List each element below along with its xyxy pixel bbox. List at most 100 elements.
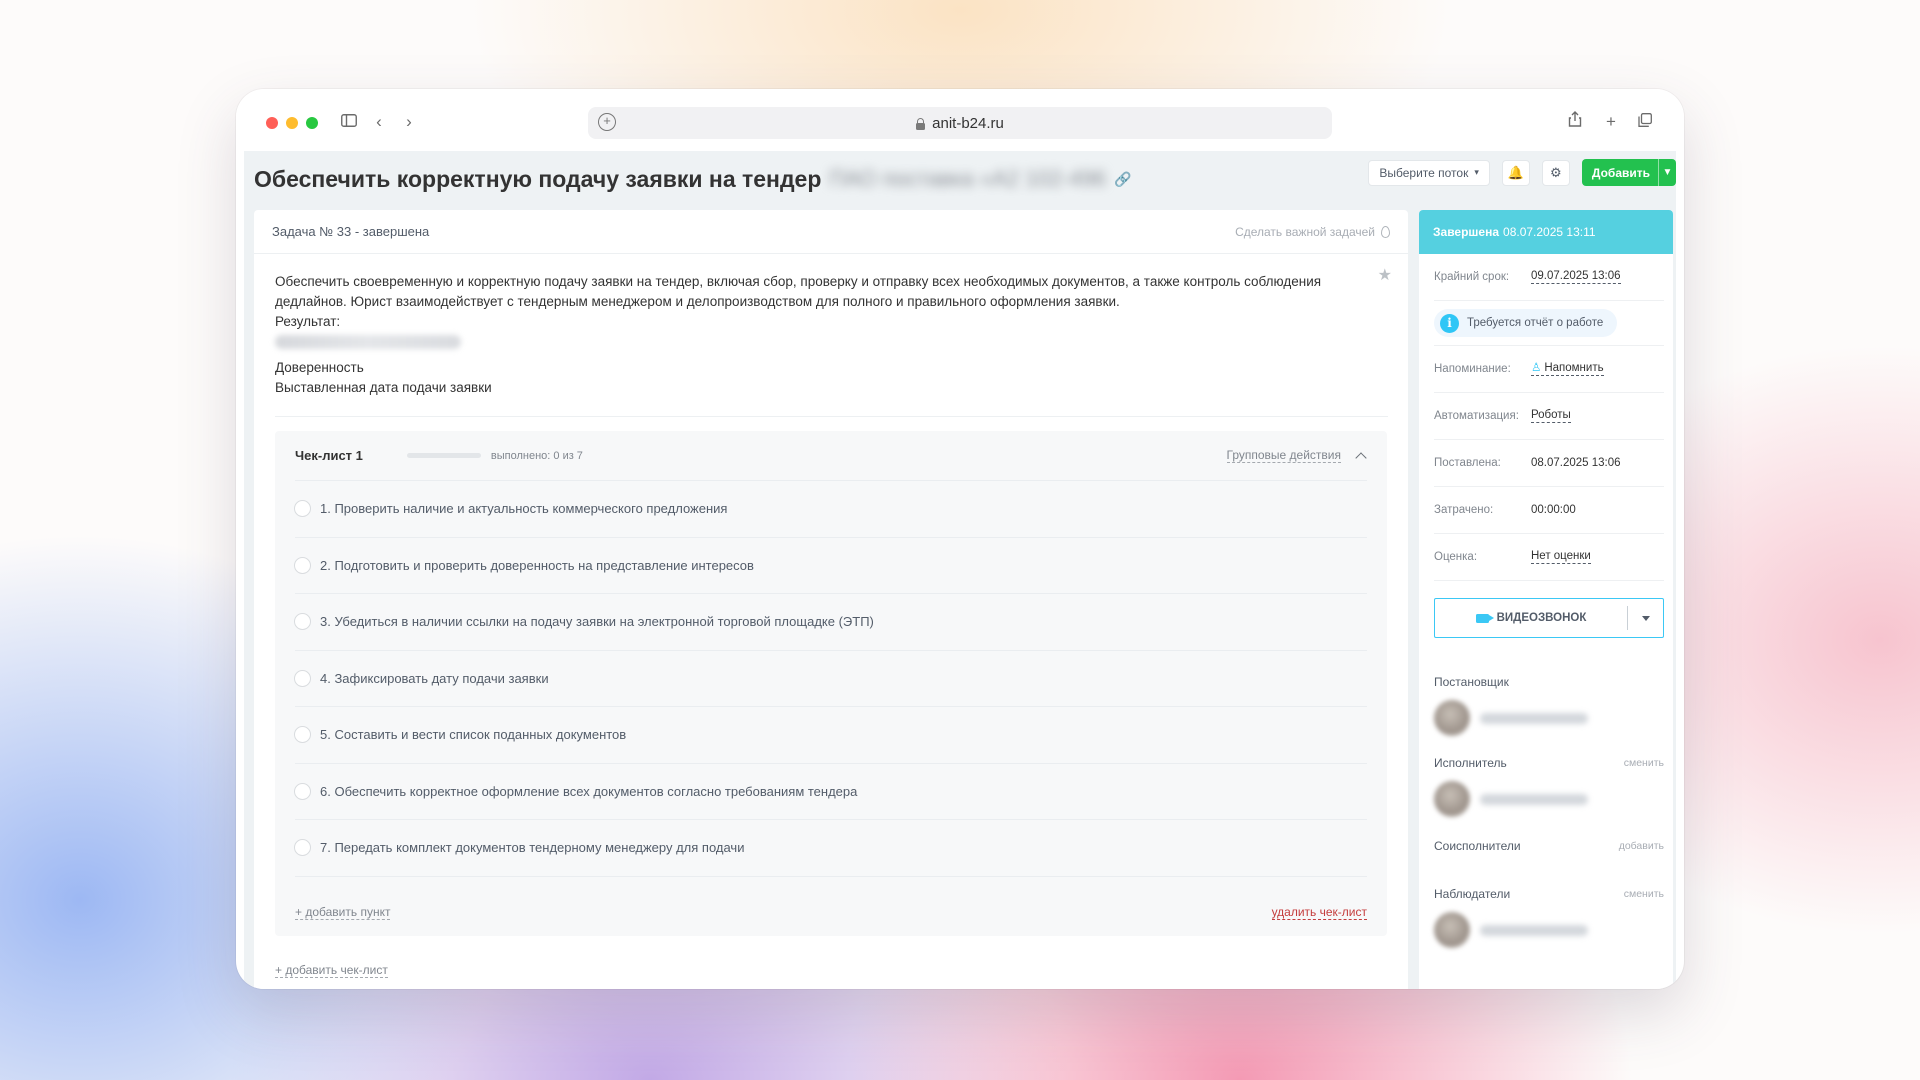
minimize-window-button[interactable] xyxy=(286,117,298,129)
checkbox[interactable] xyxy=(294,839,311,857)
settings-button[interactable]: ⚙ xyxy=(1541,159,1570,186)
maximize-window-button[interactable] xyxy=(306,117,318,129)
task-description: ★ Обеспечить своевременную и корректную … xyxy=(254,254,1408,398)
reminder-row: Напоминание: Напомнить xyxy=(1434,346,1664,393)
flow-select[interactable]: Выберите поток ▾ xyxy=(1368,159,1490,186)
add-tab-icon[interactable]: + xyxy=(1598,109,1624,135)
change-assignee-link[interactable]: сменить xyxy=(1624,757,1664,769)
browser-window: ‹ › anit-b24.ru + + Обеспечить корректну… xyxy=(236,89,1684,989)
flow-select-label: Выберите поток xyxy=(1379,165,1469,180)
task-sidebar: Завершена 08.07.2025 13:11 Крайний срок:… xyxy=(1419,210,1673,989)
checklist-status: выполнено: 0 из 7 xyxy=(490,449,583,462)
status-badge: Завершена 08.07.2025 13:11 xyxy=(1419,210,1673,254)
creator-section: Постановщик xyxy=(1434,675,1664,689)
task-card-header: Задача № 33 - завершена Сделать важной з… xyxy=(254,210,1408,254)
checklist-item-text[interactable]: 2. Подготовить и проверить доверенность … xyxy=(320,558,754,573)
checklist-item-text[interactable]: 4. Зафиксировать дату подачи заявки xyxy=(320,671,549,686)
task-card: Задача № 33 - завершена Сделать важной з… xyxy=(254,210,1408,989)
checkbox[interactable] xyxy=(294,669,311,687)
window-controls xyxy=(266,117,318,129)
chevron-down-icon[interactable]: ▼ xyxy=(1658,159,1676,186)
checklist-item-text[interactable]: 6. Обеспечить корректное оформление всех… xyxy=(320,784,857,799)
camera-icon xyxy=(1475,613,1494,623)
video-call-label: ВИДЕОЗВОНОК xyxy=(1496,612,1587,624)
checkbox[interactable] xyxy=(294,556,311,574)
link-icon[interactable]: 🔗 xyxy=(1114,171,1131,188)
add-checklist-wrap: + добавить чек-лист xyxy=(275,963,388,978)
make-important-link[interactable]: Сделать важной задачей xyxy=(1235,225,1390,239)
new-tab-circle-icon[interactable]: + xyxy=(598,113,616,131)
chevron-up-icon[interactable] xyxy=(1355,450,1367,462)
deadline-label: Крайний срок: xyxy=(1434,271,1510,283)
checklist-item-text[interactable]: 1. Проверить наличие и актуальность комм… xyxy=(320,501,727,516)
share-icon[interactable] xyxy=(1562,109,1588,135)
coexecutors-section: Соисполнители добавить xyxy=(1434,839,1664,853)
rating-label: Оценка: xyxy=(1434,551,1478,563)
avatar xyxy=(1434,781,1470,817)
deadline-value[interactable]: 09.07.2025 13:06 xyxy=(1531,270,1621,284)
checklist-item-text[interactable]: 5. Составить и вести список поданных док… xyxy=(320,727,626,742)
observer-person[interactable] xyxy=(1434,912,1664,948)
checklist-item: 6. Обеспечить корректное оформление всех… xyxy=(294,764,1367,820)
flame-icon xyxy=(1381,225,1390,238)
sidebar-toggle-icon[interactable] xyxy=(336,109,362,135)
address-bar[interactable]: anit-b24.ru xyxy=(588,107,1332,139)
status-date: 08.07.2025 13:11 xyxy=(1503,225,1596,239)
video-call-main[interactable]: ВИДЕОЗВОНОК xyxy=(1435,612,1627,624)
back-icon[interactable]: ‹ xyxy=(366,109,392,135)
chevron-down-icon[interactable] xyxy=(1627,606,1663,630)
checklist-item: 4. Зафиксировать дату подачи заявки xyxy=(294,651,1367,707)
checklist-item: 1. Проверить наличие и актуальность комм… xyxy=(294,481,1367,538)
bell-button[interactable]: 🔔 xyxy=(1501,159,1530,186)
page-title: Обеспечить корректную подачу заявки на т… xyxy=(254,165,822,192)
checkbox[interactable] xyxy=(294,500,311,518)
chevron-down-icon: ▾ xyxy=(1474,167,1479,177)
checkbox[interactable] xyxy=(294,613,311,631)
reminder-link[interactable]: Напомнить xyxy=(1531,362,1604,376)
created-value: 08.07.2025 13:06 xyxy=(1531,457,1621,469)
result-line: Выставленная дата подачи заявки xyxy=(275,380,492,395)
close-window-button[interactable] xyxy=(266,117,278,129)
checklist-item: 3. Убедиться в наличии ссылки на подачу … xyxy=(294,594,1367,651)
change-observers-link[interactable]: сменить xyxy=(1624,888,1664,900)
delete-checklist-link[interactable]: удалить чек-лист xyxy=(1271,905,1367,920)
browser-toolbar: ‹ › anit-b24.ru + + xyxy=(236,89,1684,151)
checklist-item: 5. Составить и вести список поданных док… xyxy=(294,707,1367,764)
deadline-row: Крайний срок: 09.07.2025 13:06 xyxy=(1434,254,1664,301)
add-button-label: Добавить xyxy=(1591,165,1650,180)
created-row: Поставлена: 08.07.2025 13:06 xyxy=(1434,440,1664,487)
checklist-item-text[interactable]: 7. Передать комплект документов тендерно… xyxy=(320,840,744,855)
video-call-button[interactable]: ВИДЕОЗВОНОК xyxy=(1434,598,1664,638)
task-page: Обеспечить корректную подачу заявки на т… xyxy=(244,151,1676,989)
group-actions-link[interactable]: Групповые действия xyxy=(1226,448,1341,463)
avatar xyxy=(1434,700,1470,736)
creator-person[interactable] xyxy=(1434,700,1664,736)
info-icon: i xyxy=(1440,313,1459,333)
description-text: Обеспечить своевременную и корректную по… xyxy=(275,274,1322,309)
tab-overview-icon[interactable] xyxy=(1632,109,1658,135)
checkbox[interactable] xyxy=(294,726,311,744)
checklist-progress-bar xyxy=(406,453,481,458)
automation-link[interactable]: Роботы xyxy=(1531,409,1571,423)
forward-icon[interactable]: › xyxy=(396,109,422,135)
url-text: anit-b24.ru xyxy=(932,114,1004,132)
star-icon[interactable]: ★ xyxy=(1378,266,1392,286)
checkbox[interactable] xyxy=(294,782,311,800)
checklist-item-text[interactable]: 3. Убедиться в наличии ссылки на подачу … xyxy=(320,614,874,629)
gear-icon: ⚙ xyxy=(1550,164,1562,180)
person-name-blurred xyxy=(1480,793,1588,805)
assignee-person[interactable] xyxy=(1434,781,1664,817)
avatar xyxy=(1434,912,1470,948)
reminder-label: Напоминание: xyxy=(1434,363,1511,375)
add-button[interactable]: Добавить ▼ xyxy=(1581,159,1676,186)
rating-link[interactable]: Нет оценки xyxy=(1531,550,1591,564)
title-suffix-blurred: ПАО поставка «А2 102-496 xyxy=(829,166,1106,191)
created-label: Поставлена: xyxy=(1434,457,1501,469)
coexec-label: Соисполнители xyxy=(1434,839,1521,853)
result-blurred-line xyxy=(275,332,1388,358)
add-item-link[interactable]: + добавить пункт xyxy=(295,905,391,920)
add-coexec-link[interactable]: добавить xyxy=(1619,840,1664,852)
checklist-footer: + добавить пункт удалить чек-лист xyxy=(295,905,1367,920)
add-checklist-link[interactable]: + добавить чек-лист xyxy=(275,963,388,978)
lock-icon xyxy=(916,117,926,130)
